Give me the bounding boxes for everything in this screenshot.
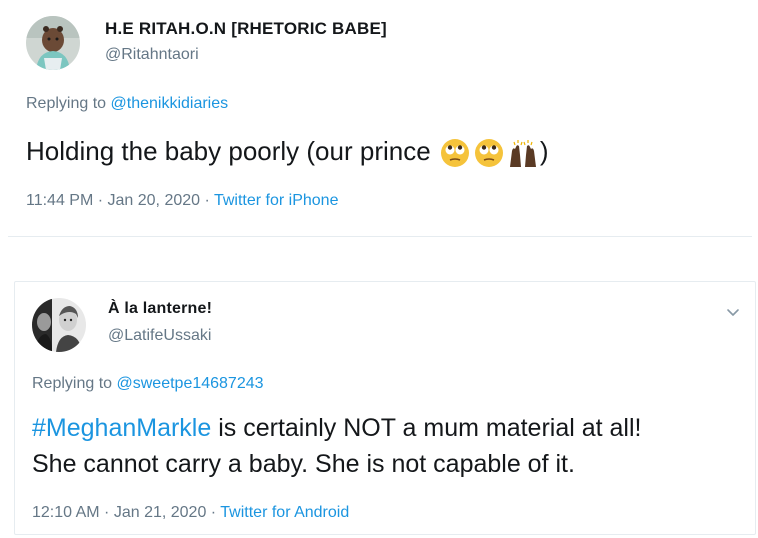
- tweet-card[interactable]: À la lanterne! @LatifeUssaki Replying to…: [14, 281, 756, 535]
- tweet-text-line-1-rest: is certainly NOT a mum material at all!: [211, 414, 642, 442]
- tweet-text-close: ): [539, 136, 549, 166]
- reply-mention-link[interactable]: @sweetpe14687243: [117, 375, 264, 392]
- display-name[interactable]: À la lanterne!: [108, 300, 212, 318]
- avatar[interactable]: [32, 298, 86, 352]
- user-handle[interactable]: @LatifeUssaki: [108, 327, 211, 345]
- hashtag-link[interactable]: #MeghanMarkle: [32, 414, 211, 442]
- tweet-meta: 11:44 PM · Jan 20, 2020 · Twitter for iP…: [26, 192, 338, 210]
- chevron-down-icon[interactable]: [725, 304, 741, 320]
- avatar[interactable]: [26, 16, 80, 70]
- raising-hands-icon: [509, 140, 536, 168]
- tweet-source-link[interactable]: Twitter for Android: [220, 504, 349, 521]
- tweet-text-main: Holding the baby poorly (our prince: [26, 136, 431, 166]
- eye-roll-face-icon: [474, 139, 503, 168]
- tweet-card[interactable]: H.E RITAH.O.N [RHETORIC BABE] @Ritahntao…: [8, 0, 752, 237]
- bw-portrait-avatar: [32, 298, 86, 352]
- tweet-meta: 12:10 AM · Jan 21, 2020 · Twitter for An…: [32, 504, 349, 522]
- replying-prefix: Replying to: [26, 95, 111, 112]
- tweet-source-link[interactable]: Twitter for iPhone: [214, 192, 339, 209]
- user-handle[interactable]: @Ritahntaori: [105, 46, 199, 64]
- replying-to-line: Replying to @thenikkidiaries: [26, 95, 228, 113]
- baby-photo-avatar: [26, 16, 80, 70]
- tweet-timestamp[interactable]: 11:44 PM · Jan 20, 2020 ·: [26, 192, 214, 209]
- tweet-text: #MeghanMarkle is certainly NOT a mum mat…: [32, 410, 641, 482]
- tweet-timestamp[interactable]: 12:10 AM · Jan 21, 2020 ·: [32, 504, 220, 521]
- reply-mention-link[interactable]: @thenikkidiaries: [111, 95, 229, 112]
- eye-roll-face-icon: [440, 139, 469, 168]
- tweet-text: Holding the baby poorly (our prince ): [26, 133, 549, 169]
- replying-prefix: Replying to: [32, 375, 117, 392]
- display-name[interactable]: H.E RITAH.O.N [RHETORIC BABE]: [105, 19, 387, 39]
- replying-to-line: Replying to @sweetpe14687243: [32, 375, 264, 393]
- tweet-text-line-2: She cannot carry a baby. She is not capa…: [32, 450, 575, 478]
- tweet-text-line-1: #MeghanMarkle is certainly NOT a mum mat…: [32, 410, 641, 446]
